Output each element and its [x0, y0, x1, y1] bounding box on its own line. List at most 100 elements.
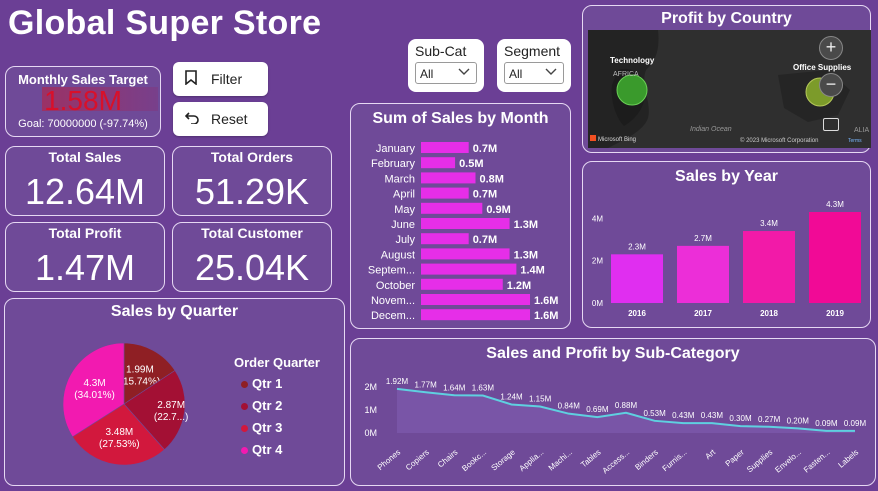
month-category-label: February [371, 158, 416, 170]
pie-legend-label: Qtr 1 [252, 376, 283, 391]
legend-dot-icon [241, 425, 248, 433]
month-bar [421, 278, 503, 290]
month-data-label: 1.6M [534, 310, 558, 322]
month-category-label: October [376, 280, 415, 292]
area-data-label: 0.43M [672, 411, 695, 420]
subcat-dropdown-value: All [420, 67, 434, 81]
month-category-label: June [391, 219, 415, 231]
total-orders-card: Total Orders 51.29K [172, 146, 332, 216]
pie-legend-item[interactable]: Qtr 2 [241, 398, 282, 413]
map-label-technology: Technology [610, 56, 655, 65]
subcat-chart-title: Sales and Profit by Sub-Category [486, 345, 740, 362]
month-category-label: March [384, 173, 415, 185]
country-map[interactable]: Technology AFRICA Office Supplies Indian… [588, 30, 871, 148]
target-value: 1.58M [44, 85, 122, 116]
area-data-label: 0.09M [815, 419, 838, 428]
month-category-label: Septem... [368, 265, 415, 277]
filter-button[interactable]: Filter [173, 62, 268, 96]
area-x-tick: Applia... [517, 448, 545, 473]
area-x-tick: Machi... [547, 448, 574, 473]
total-customer-value: 25.04K [194, 247, 310, 288]
pie-legend-label: Qtr 3 [252, 420, 283, 435]
pie-legend-item[interactable]: Qtr 4 [241, 442, 282, 457]
month-bar [421, 233, 469, 245]
monthly-sales-target-card: Monthly Sales Target 1.58M Goal: 7000000… [5, 66, 161, 137]
map-brand: Microsoft Bing [598, 137, 636, 143]
month-category-label: July [395, 234, 415, 246]
month-data-label: 1.3M [514, 249, 538, 261]
month-chart-title: Sum of Sales by Month [372, 110, 549, 127]
area-data-label: 0.43M [701, 411, 724, 420]
area-x-tick: Storage [490, 447, 518, 472]
month-bar [421, 309, 530, 321]
area-data-label: 1.15M [529, 395, 552, 404]
filter-button-label: Filter [211, 71, 243, 87]
year-bar [677, 245, 729, 303]
area-x-tick: Supplies [745, 448, 774, 475]
pie-legend-item[interactable]: Qtr 1 [241, 376, 282, 391]
pie-legend-label: Qtr 2 [252, 398, 283, 413]
pie-legend-label: Qtr 4 [252, 442, 283, 457]
subcat-dropdown[interactable]: All [415, 62, 477, 84]
month-category-label: April [393, 189, 415, 201]
subcat-slicer-label: Sub-Cat [415, 43, 467, 59]
year-y-tick: 4M [592, 214, 603, 223]
month-data-label: 1.4M [520, 265, 544, 277]
month-bar [421, 218, 510, 229]
area-y-tick: 1M [364, 405, 377, 415]
area-data-label: 0.53M [644, 409, 667, 418]
total-profit-label: Total Profit [48, 225, 122, 241]
area-data-label: 0.30M [729, 414, 752, 423]
month-category-label: January [376, 143, 416, 155]
undo-icon [184, 111, 201, 127]
area-x-tick: Phones [376, 448, 403, 472]
area-x-tick: Fasten... [802, 448, 832, 475]
segment-dropdown[interactable]: All [504, 62, 564, 84]
month-data-label: 1.2M [507, 280, 531, 292]
area-x-tick: Bookc... [460, 448, 488, 473]
reset-button[interactable]: Reset [173, 102, 268, 136]
sales-by-year-card: Sales by Year 0M 2M 4M 2.3M 2016 2.7M 2017 3.4M… [582, 161, 871, 328]
month-data-label: 0.7M [473, 189, 497, 201]
year-bar-chart: 0M 2M 4M 2.3M 2016 2.7M 2017 3.4M 2018 4.3M 2019 [592, 200, 861, 318]
year-y-tick: 2M [592, 257, 603, 266]
month-bar-chart: January 0.7M February 0.5M March 0.8M April 0.7… [368, 142, 558, 322]
area-data-label: 0.09M [844, 419, 867, 428]
map-label-office-supplies: Office Supplies [793, 63, 852, 72]
year-x-tick: 2018 [760, 309, 778, 318]
total-customer-card: Total Customer 25.04K [172, 222, 332, 292]
reset-button-label: Reset [211, 111, 248, 127]
year-x-tick: 2016 [628, 309, 646, 318]
area-data-label: 0.84M [558, 402, 581, 411]
month-data-label: 0.8M [480, 173, 504, 185]
segment-dropdown-value: All [509, 67, 523, 81]
map-label-africa: AFRICA [613, 71, 639, 78]
subcat-slicer[interactable]: Sub-Cat All [408, 39, 484, 92]
zoom-in-button[interactable]: + [819, 36, 843, 60]
month-bar [421, 187, 469, 199]
zoom-out-button[interactable]: − [819, 73, 843, 97]
area-x-tick: Tables [579, 448, 602, 470]
total-customer-label: Total Customer [201, 225, 303, 241]
map-selection-icon[interactable] [823, 118, 839, 131]
pie-value-label: 2.87M [157, 400, 185, 411]
chevron-down-icon [545, 64, 557, 81]
map-terms: Terms [848, 138, 862, 144]
month-bar [421, 142, 469, 153]
total-orders-label: Total Orders [210, 149, 294, 165]
pie-value-label: 1.99M [126, 364, 154, 375]
year-bar [809, 212, 861, 303]
legend-dot-icon [241, 381, 248, 389]
month-category-label: Decem... [371, 310, 415, 322]
month-data-label: 0.9M [486, 204, 510, 216]
pie-legend-item[interactable]: Qtr 3 [241, 420, 282, 435]
segment-slicer[interactable]: Segment All [497, 39, 571, 92]
year-x-tick: 2017 [694, 309, 712, 318]
area-data-label: 0.88M [615, 401, 638, 410]
map-copyright: © 2023 Microsoft Corporation [740, 137, 818, 144]
area-x-tick: Copiers [404, 448, 431, 473]
pie-legend-title: Order Quarter [234, 355, 320, 370]
month-bar [421, 263, 517, 275]
month-category-label: August [381, 249, 415, 261]
area-x-tick: Paper [724, 447, 746, 468]
